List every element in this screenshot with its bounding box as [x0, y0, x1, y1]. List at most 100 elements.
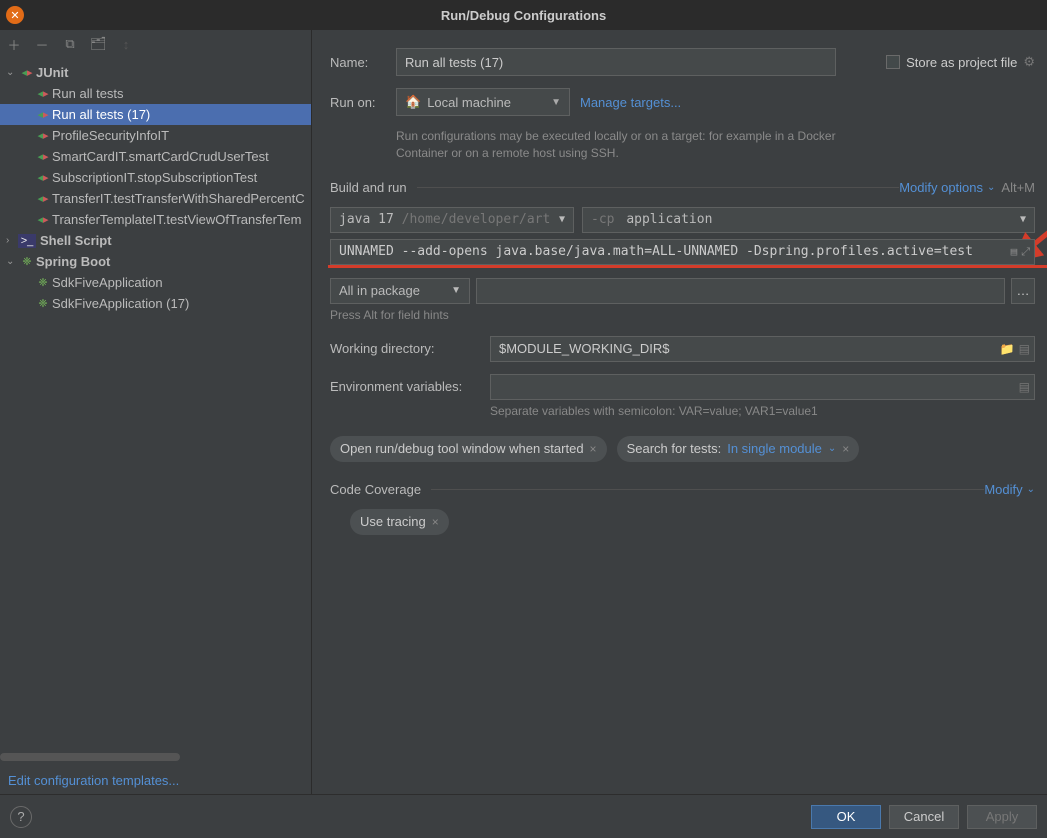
gear-icon[interactable]: ⚙ — [1023, 54, 1035, 70]
ok-button[interactable]: OK — [811, 805, 881, 829]
edit-list-icon[interactable]: ▤ — [1019, 380, 1030, 394]
chip-search-for-tests[interactable]: Search for tests: In single module ⌄ × — [617, 436, 860, 462]
edit-templates-link[interactable]: Edit configuration templates... — [0, 767, 311, 794]
chevron-down-icon: ▼ — [551, 97, 561, 108]
item-label: TransferTemplateIT.testViewOfTransferTem — [52, 212, 302, 227]
runon-label: Run on: — [330, 95, 386, 110]
chevron-down-icon: ⌄ — [6, 67, 18, 78]
test-scope-select[interactable]: All in package ▼ — [330, 278, 470, 304]
chevron-down-icon: ▼ — [451, 285, 461, 296]
tree-group-junit[interactable]: ⌄ ◂▸ JUnit — [0, 62, 311, 83]
junit-icon: ◂▸ — [18, 66, 36, 79]
chip-use-tracing[interactable]: Use tracing × — [350, 509, 449, 535]
env-label: Environment variables: — [330, 379, 480, 394]
tree-item[interactable]: ❈ SdkFiveApplication (17) — [0, 293, 311, 314]
scope-value: All in package — [339, 283, 420, 298]
tree-group-shell[interactable]: › >_ Shell Script — [0, 230, 311, 251]
item-label: SdkFiveApplication — [52, 275, 163, 290]
name-input[interactable] — [396, 48, 836, 76]
dialog-footer: ? OK Cancel Apply — [0, 794, 1047, 838]
remove-icon[interactable]: － — [34, 35, 50, 54]
tree-toolbar: ＋ － ⧉ 🗂 ↕ — [0, 30, 311, 58]
chevron-down-icon: ⌄ — [6, 256, 18, 267]
help-button[interactable]: ? — [10, 806, 32, 828]
cancel-button[interactable]: Cancel — [889, 805, 959, 829]
workdir-value: $MODULE_WORKING_DIR$ — [499, 341, 669, 356]
env-hint: Separate variables with semicolon: VAR=v… — [490, 404, 1035, 418]
shortcut-hint: Alt+M — [1001, 180, 1035, 195]
tree-item[interactable]: ◂▸ Run all tests — [0, 83, 311, 104]
close-icon[interactable]: × — [590, 442, 597, 456]
browse-button[interactable]: … — [1011, 278, 1035, 304]
package-input[interactable] — [476, 278, 1005, 304]
item-label: SdkFiveApplication (17) — [52, 296, 189, 311]
item-label: SubscriptionIT.stopSubscriptionTest — [52, 170, 257, 185]
junit-icon: ◂▸ — [34, 87, 52, 100]
tree-item[interactable]: ◂▸ SubscriptionIT.stopSubscriptionTest — [0, 167, 311, 188]
workdir-label: Working directory: — [330, 341, 480, 356]
sdk-select[interactable]: java 17 /home/developer/art ▼ — [330, 207, 574, 233]
folder-icon[interactable]: 📁 — [1000, 342, 1015, 356]
chevron-down-icon: ▼ — [559, 214, 565, 225]
coverage-modify-link[interactable]: Modify ⌄ — [984, 482, 1035, 497]
name-label: Name: — [330, 55, 386, 70]
runon-select[interactable]: 🏠 Local machine ▼ — [396, 88, 570, 116]
field-hint: Press Alt for field hints — [330, 308, 1035, 322]
working-directory-input[interactable]: $MODULE_WORKING_DIR$ 📁 ▤ — [490, 336, 1035, 362]
shell-icon: >_ — [18, 234, 36, 248]
item-label: TransferIT.testTransferWithSharedPercent… — [52, 191, 305, 206]
env-variables-input[interactable]: ▤ — [490, 374, 1035, 400]
details-panel: Name: Store as project file ⚙ Run on: 🏠 … — [312, 30, 1047, 794]
group-label: JUnit — [36, 65, 69, 80]
build-run-title: Build and run — [330, 180, 407, 195]
sdk-name: java 17 — [339, 212, 394, 227]
classpath-select[interactable]: -cp application ▼ — [582, 207, 1035, 233]
tree-item[interactable]: ◂▸ TransferTemplateIT.testViewOfTransfer… — [0, 209, 311, 230]
junit-icon: ◂▸ — [34, 129, 52, 142]
sdk-path: /home/developer/art — [402, 212, 551, 227]
modify-options-link[interactable]: Modify options ⌄ — [899, 180, 995, 195]
item-label: Run all tests (17) — [52, 107, 150, 122]
tree-item[interactable]: ◂▸ ProfileSecurityInfoIT — [0, 125, 311, 146]
runon-value: Local machine — [427, 95, 511, 110]
vm-options-input[interactable]: UNNAMED --add-opens java.base/java.math=… — [330, 239, 1035, 265]
store-as-project-checkbox[interactable] — [886, 55, 900, 69]
close-icon[interactable]: × — [432, 515, 439, 529]
tree-item[interactable]: ◂▸ SmartCardIT.smartCardCrudUserTest — [0, 146, 311, 167]
spring-icon: ❈ — [18, 255, 36, 268]
divider — [431, 489, 984, 490]
junit-icon: ◂▸ — [34, 108, 52, 121]
manage-targets-link[interactable]: Manage targets... — [580, 95, 681, 110]
item-label: SmartCardIT.smartCardCrudUserTest — [52, 149, 269, 164]
insert-macro-icon[interactable]: ▤ — [1011, 245, 1018, 259]
close-icon[interactable]: × — [842, 442, 849, 456]
chevron-down-icon: ⌄ — [1027, 484, 1035, 495]
junit-icon: ◂▸ — [34, 192, 52, 205]
expand-icon[interactable]: ⤢ — [1021, 245, 1030, 259]
sort-icon[interactable]: ↕ — [118, 37, 134, 52]
insert-macro-icon[interactable]: ▤ — [1019, 342, 1030, 356]
cp-value: application — [626, 212, 712, 227]
junit-icon: ◂▸ — [34, 150, 52, 163]
item-label: ProfileSecurityInfoIT — [52, 128, 169, 143]
copy-icon[interactable]: ⧉ — [62, 36, 78, 52]
tree-group-spring[interactable]: ⌄ ❈ Spring Boot — [0, 251, 311, 272]
tree-item[interactable]: ❈ SdkFiveApplication — [0, 272, 311, 293]
tree-item-selected[interactable]: ◂▸ Run all tests (17) — [0, 104, 311, 125]
group-label: Spring Boot — [36, 254, 110, 269]
spring-icon: ❈ — [34, 297, 52, 310]
chevron-down-icon: ⌄ — [828, 443, 836, 454]
annotation-underline — [328, 265, 1047, 268]
close-window-button[interactable]: ✕ — [6, 6, 24, 24]
chevron-right-icon: › — [6, 235, 18, 246]
folder-icon[interactable]: 🗂 — [90, 36, 106, 52]
chip-open-tool-window[interactable]: Open run/debug tool window when started … — [330, 436, 607, 462]
apply-button[interactable]: Apply — [967, 805, 1037, 829]
coverage-title: Code Coverage — [330, 482, 421, 497]
chevron-down-icon: ▼ — [1020, 214, 1026, 225]
add-icon[interactable]: ＋ — [6, 35, 22, 54]
config-tree[interactable]: ⌄ ◂▸ JUnit ◂▸ Run all tests ◂▸ Run all t… — [0, 58, 311, 749]
horizontal-scrollbar[interactable] — [0, 753, 180, 761]
cp-flag: -cp — [591, 212, 614, 227]
tree-item[interactable]: ◂▸ TransferIT.testTransferWithSharedPerc… — [0, 188, 311, 209]
